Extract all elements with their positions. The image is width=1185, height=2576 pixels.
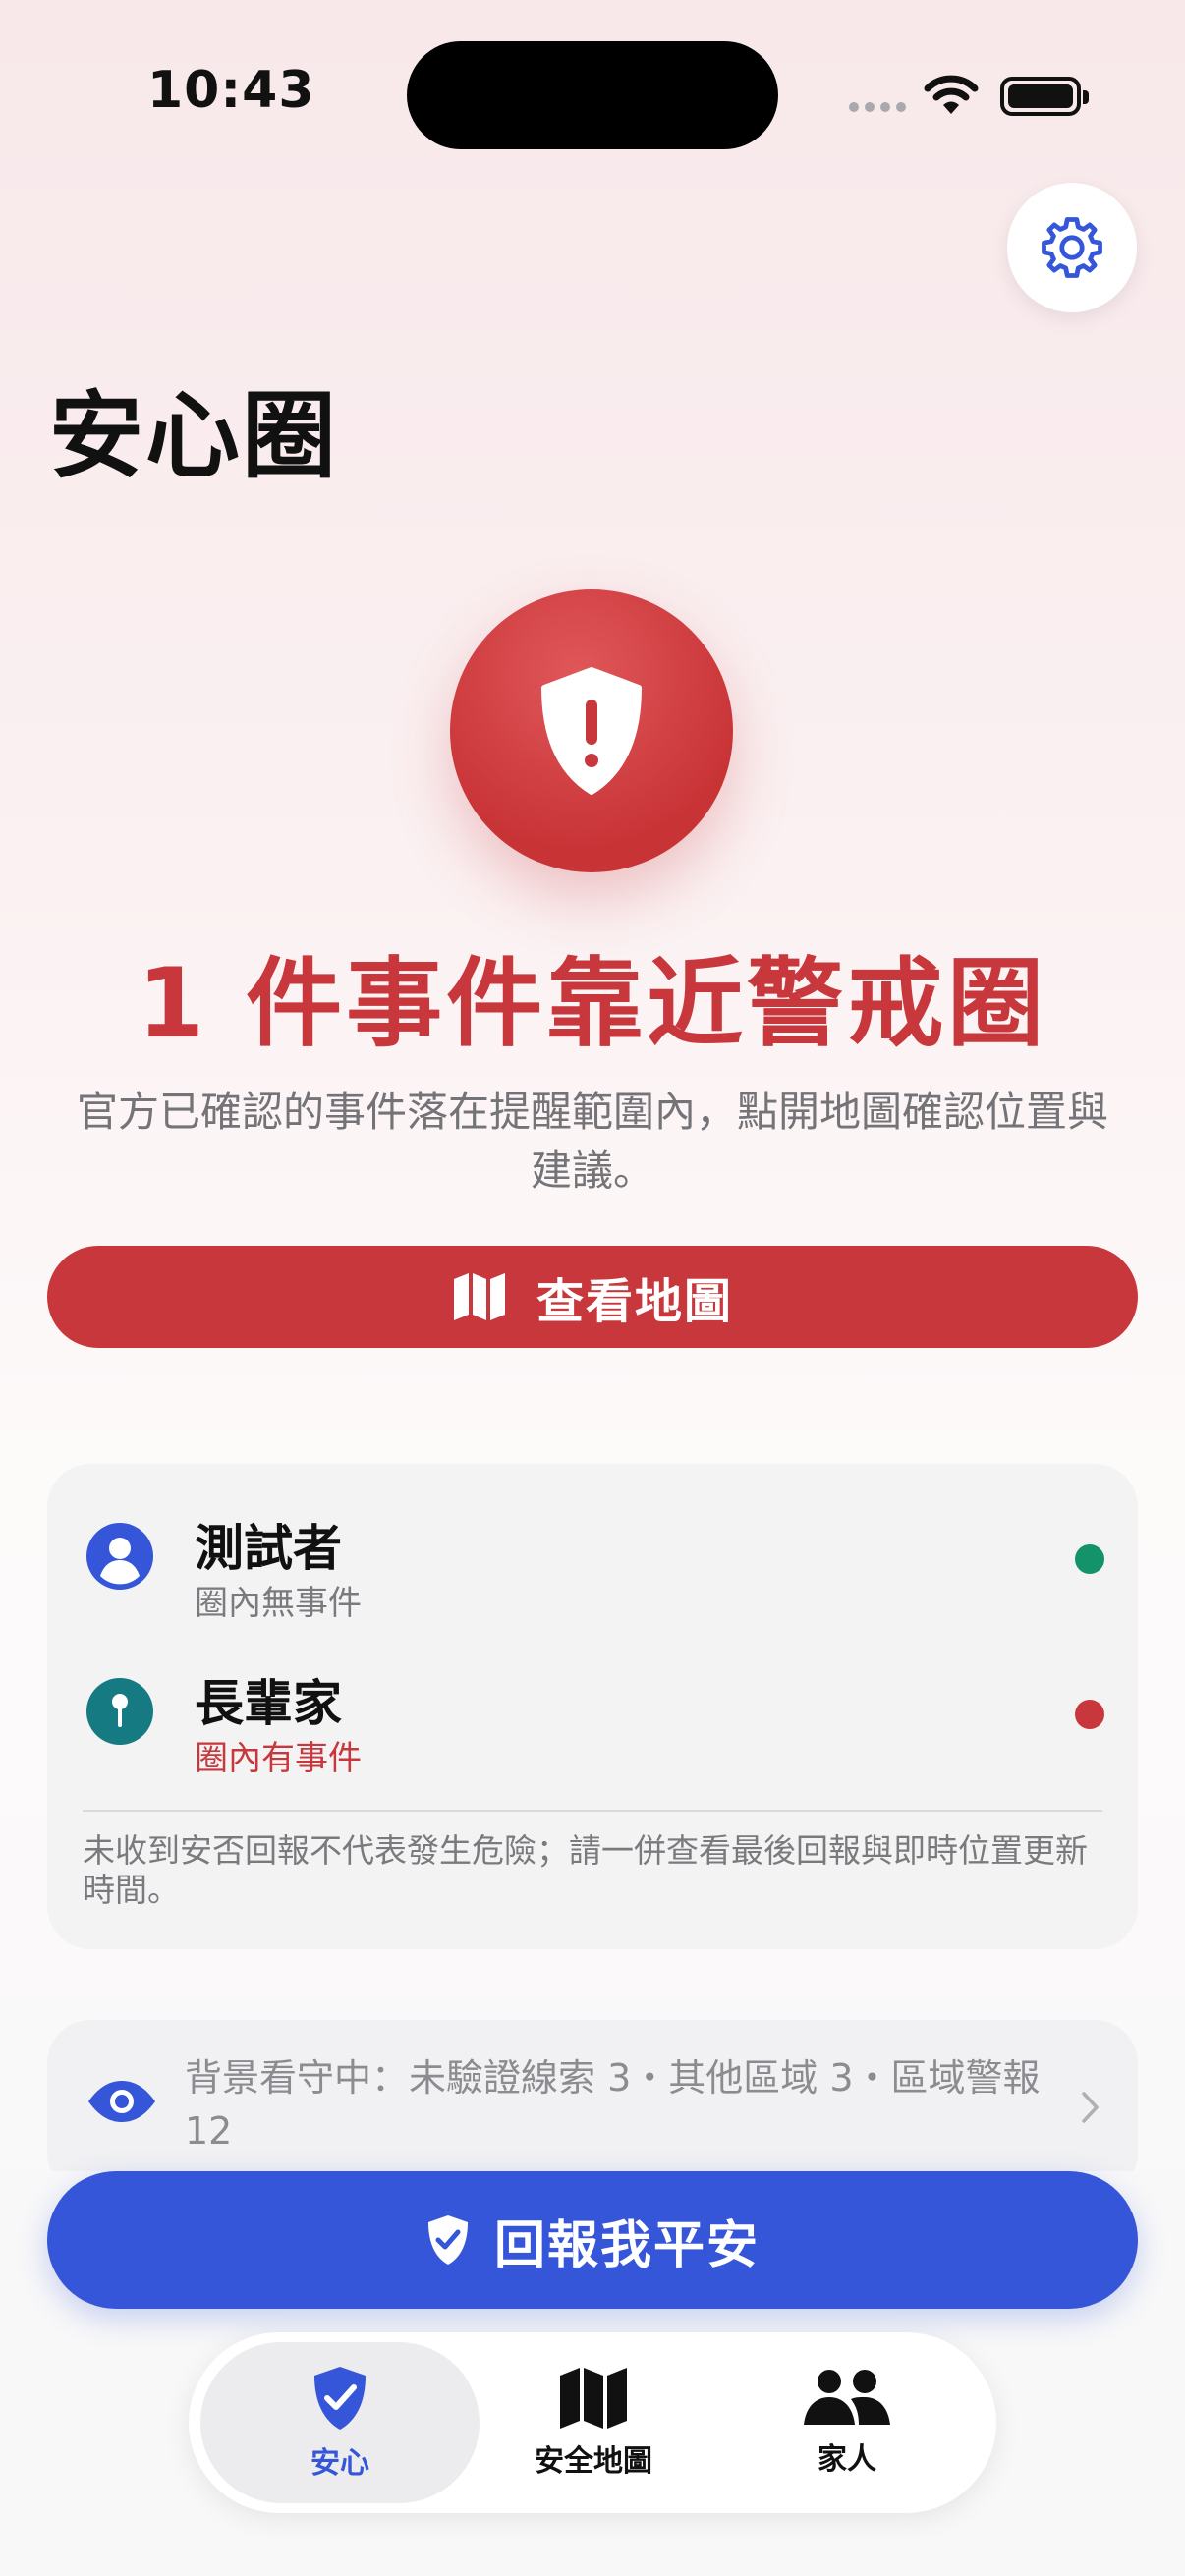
people-icon — [804, 2370, 890, 2425]
signal-icon — [849, 102, 908, 114]
report-safe-label: 回報我平安 — [493, 2215, 760, 2275]
alert-description: 官方已確認的事件落在提醒範圍內，點開地圖確認位置與建議。 — [76, 1088, 1108, 1195]
member-status: 圈內有事件 — [195, 1739, 362, 1778]
tab-label: 安心 — [310, 2446, 369, 2481]
background-watch-card[interactable]: 背景看守中：未驗證線索 3・其他區域 3・區域警報 12 — [47, 2020, 1138, 2197]
members-card: 測試者 圈內無事件 長輩家 圈內有事件 未收到安否回報不代表發生危險；請一併查看… — [47, 1464, 1138, 1949]
view-map-button[interactable]: 查看地圖 — [47, 1246, 1138, 1348]
dynamic-island — [407, 41, 778, 149]
alert-headline: 1 件事件靠近警戒圈 — [137, 948, 1048, 1060]
wifi-icon — [924, 73, 979, 120]
member-row[interactable]: 測試者 圈內無事件 — [47, 1484, 1138, 1631]
gear-icon — [1042, 217, 1102, 278]
tab-safety[interactable]: 安心 — [200, 2342, 480, 2503]
shield-check-icon — [314, 2367, 366, 2430]
pin-icon — [86, 1678, 153, 1745]
battery-icon — [1000, 77, 1089, 116]
map-icon — [560, 2368, 627, 2429]
tab-safety-map[interactable]: 安全地圖 — [454, 2342, 733, 2503]
shield-alert-icon — [541, 667, 642, 795]
tab-label: 安全地圖 — [535, 2444, 652, 2479]
chevron-right-icon — [1082, 2092, 1099, 2123]
view-map-label: 查看地圖 — [536, 1274, 733, 1329]
tab-bar: 安心 安全地圖 家人 — [189, 2332, 996, 2513]
status-time: 10:43 — [147, 61, 315, 120]
member-row[interactable]: 長輩家 圈內有事件 — [47, 1639, 1138, 1786]
members-note: 未收到安否回報不代表發生危險；請一併查看最後回報與即時位置更新時間。 — [83, 1831, 1088, 1909]
map-icon — [453, 1273, 505, 1320]
member-name: 測試者 — [195, 1520, 342, 1577]
alert-status-badge — [450, 589, 733, 872]
tab-family[interactable]: 家人 — [707, 2342, 987, 2503]
member-name: 長輩家 — [195, 1675, 342, 1732]
report-safe-button[interactable]: 回報我平安 — [47, 2171, 1138, 2309]
tab-label: 家人 — [818, 2442, 876, 2477]
person-icon — [86, 1523, 153, 1590]
page-title: 安心圈 — [49, 381, 338, 491]
eye-icon — [88, 2081, 155, 2122]
divider — [83, 1810, 1102, 1812]
settings-button[interactable] — [1007, 183, 1137, 312]
status-dot — [1075, 1544, 1104, 1574]
status-dot — [1075, 1700, 1104, 1729]
shield-check-icon — [427, 2215, 468, 2265]
background-watch-text: 背景看守中：未驗證線索 3・其他區域 3・區域警報 12 — [185, 2056, 1041, 2153]
member-status: 圈內無事件 — [195, 1584, 362, 1623]
